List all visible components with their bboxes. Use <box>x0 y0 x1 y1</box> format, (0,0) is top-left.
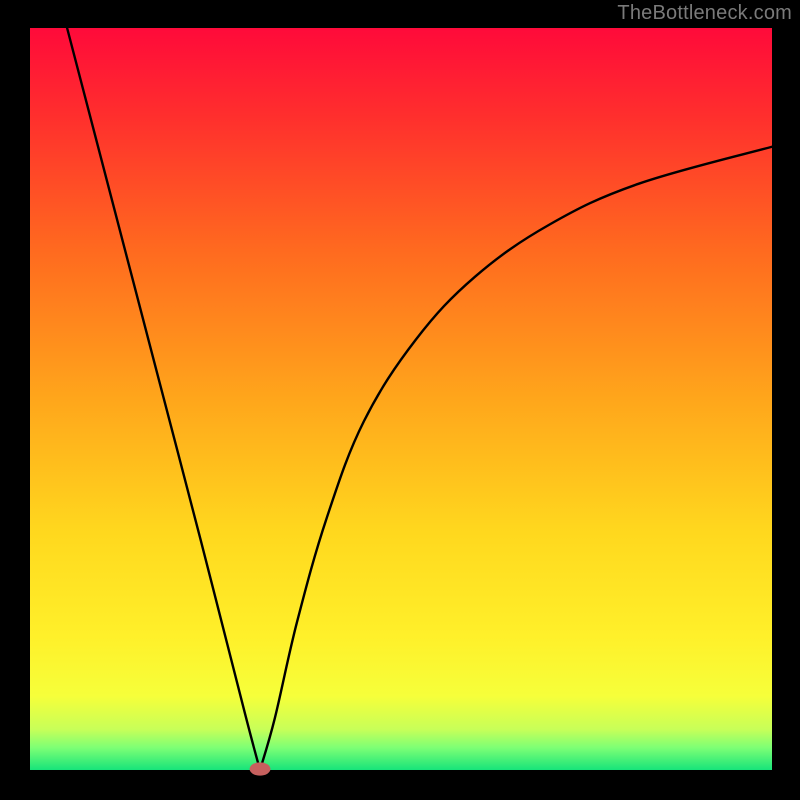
watermark-text: TheBottleneck.com <box>617 2 792 25</box>
chart-frame: TheBottleneck.com <box>0 0 800 800</box>
minimum-marker <box>250 762 271 775</box>
plot-background <box>30 28 772 770</box>
chart-svg <box>0 0 800 800</box>
